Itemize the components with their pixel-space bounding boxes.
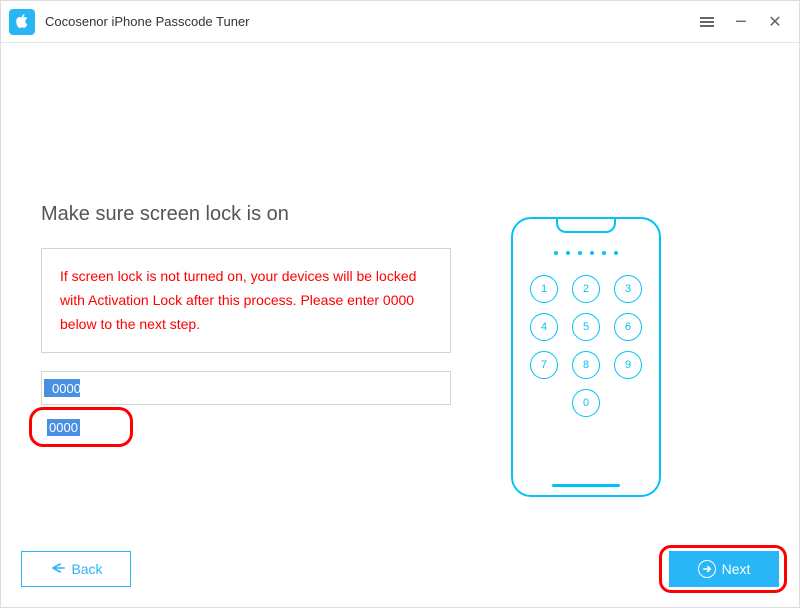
menu-icon[interactable] — [699, 14, 715, 30]
key-9: 9 — [614, 351, 642, 379]
next-button-label: Next — [722, 561, 751, 577]
app-title: Cocosenor iPhone Passcode Tuner — [45, 14, 699, 29]
footer: Back Next — [1, 551, 799, 587]
close-icon[interactable]: ✕ — [767, 14, 783, 30]
page-heading: Make sure screen lock is on — [41, 203, 451, 226]
key-5: 5 — [572, 313, 600, 341]
key-8: 8 — [572, 351, 600, 379]
next-arrow-icon — [698, 560, 716, 578]
app-logo — [9, 9, 35, 35]
phone-notch — [556, 219, 616, 233]
warning-box: If screen lock is not turned on, your de… — [41, 248, 451, 353]
pin-dots — [554, 251, 618, 255]
key-1: 1 — [530, 275, 558, 303]
key-2: 2 — [572, 275, 600, 303]
passcode-input-value: 0000 — [47, 419, 80, 436]
home-indicator — [552, 484, 620, 487]
key-0: 0 — [572, 389, 600, 417]
phone-illustration: 1 2 3 4 5 6 7 8 9 0 — [511, 217, 661, 497]
keypad: 1 2 3 4 5 6 7 8 9 0 — [530, 275, 642, 417]
titlebar: Cocosenor iPhone Passcode Tuner − ✕ — [1, 1, 799, 43]
left-column: Make sure screen lock is on If screen lo… — [41, 203, 451, 405]
phone-frame: 1 2 3 4 5 6 7 8 9 0 — [511, 217, 661, 497]
minimize-icon[interactable]: − — [733, 14, 749, 30]
key-6: 6 — [614, 313, 642, 341]
back-arrow-icon — [49, 561, 65, 578]
back-button[interactable]: Back — [21, 551, 131, 587]
back-button-label: Back — [71, 561, 102, 577]
window-controls: − ✕ — [699, 14, 791, 30]
key-3: 3 — [614, 275, 642, 303]
key-4: 4 — [530, 313, 558, 341]
apple-icon — [14, 13, 30, 31]
content-area: Make sure screen lock is on If screen lo… — [1, 43, 799, 535]
next-button[interactable]: Next — [669, 551, 779, 587]
key-7: 7 — [530, 351, 558, 379]
passcode-input[interactable] — [41, 371, 451, 405]
